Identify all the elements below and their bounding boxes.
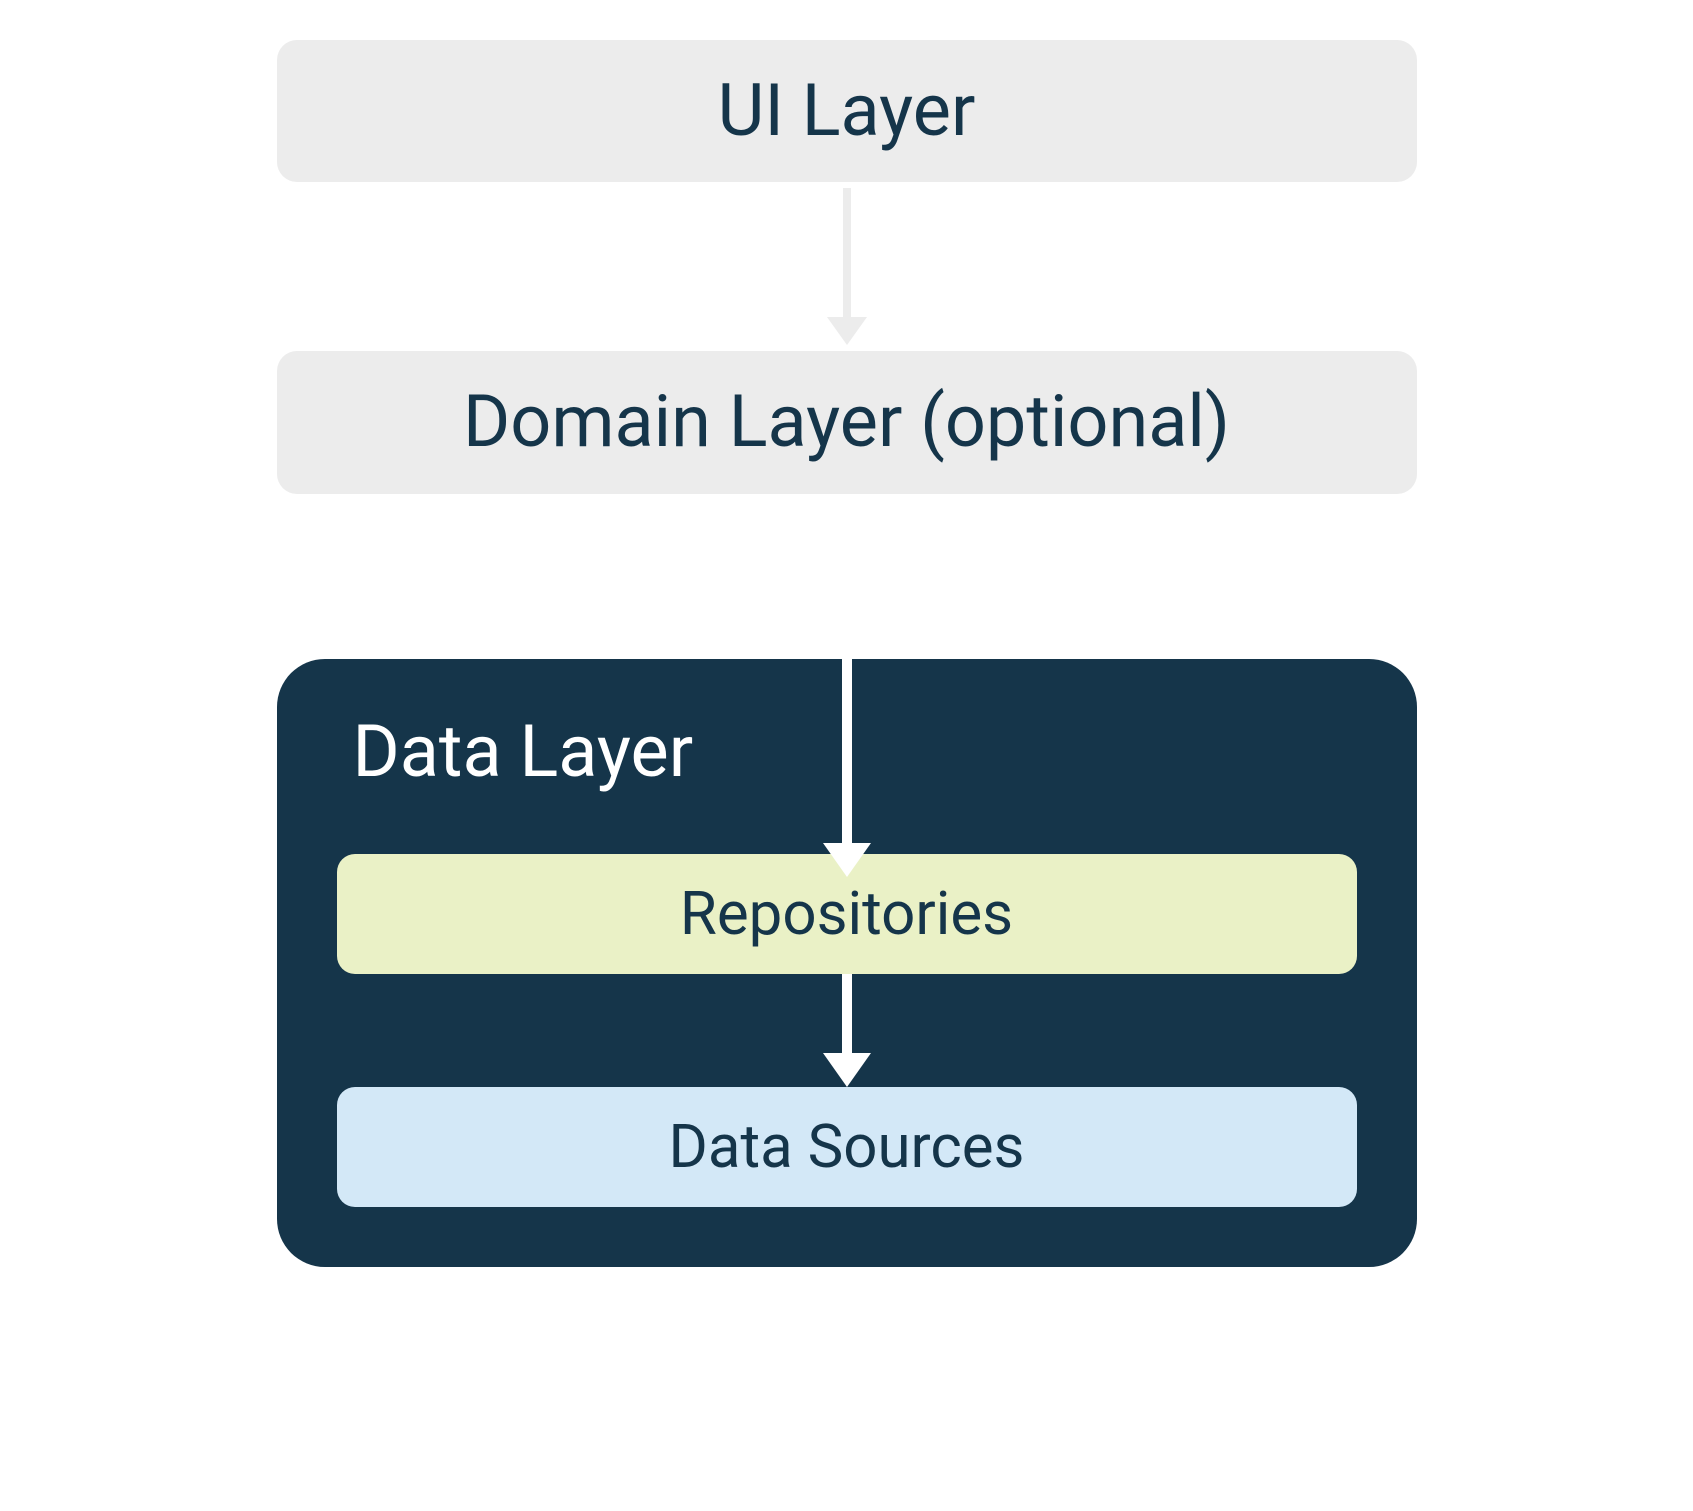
repositories-label: Repositories — [680, 878, 1013, 949]
ui-layer-box: UI Layer — [277, 40, 1417, 182]
architecture-diagram: UI Layer Domain Layer (optional) Data La… — [277, 40, 1417, 1267]
domain-layer-box: Domain Layer (optional) — [277, 351, 1417, 493]
data-layer-container: Data Layer Repositories Data Sources — [277, 659, 1417, 1267]
ui-layer-label: UI Layer — [718, 68, 976, 153]
domain-layer-label: Domain Layer (optional) — [463, 379, 1230, 464]
arrow-down-icon — [827, 188, 867, 345]
data-sources-label: Data Sources — [668, 1111, 1024, 1182]
arrow-down-icon — [823, 974, 871, 1087]
data-sources-box: Data Sources — [337, 1087, 1357, 1207]
arrow-down-icon — [823, 494, 871, 877]
